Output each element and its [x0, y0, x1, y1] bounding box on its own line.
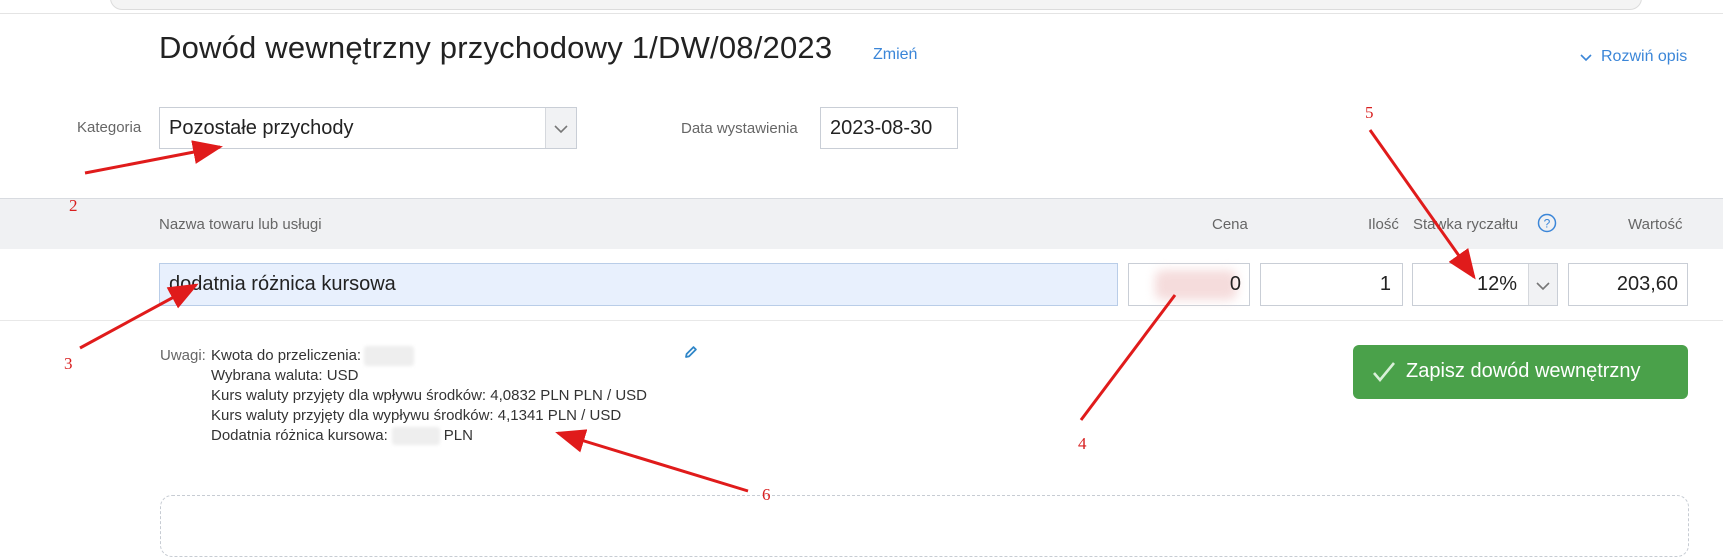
annotation-label-3: 3	[64, 354, 73, 373]
annotation-arrow-2	[84, 140, 223, 175]
annotation-label-5: 5	[1365, 103, 1374, 122]
annotation-arrow-3	[79, 283, 199, 350]
annotation-arrow-6	[555, 429, 749, 493]
annotation-label-4: 4	[1078, 434, 1087, 453]
annotation-arrow-5	[1368, 129, 1476, 280]
annotation-label-6: 6	[762, 485, 771, 504]
annotation-arrow-4	[1079, 294, 1177, 421]
annotation-label-2: 2	[69, 196, 78, 215]
annotation-overlay	[79, 129, 1476, 493]
